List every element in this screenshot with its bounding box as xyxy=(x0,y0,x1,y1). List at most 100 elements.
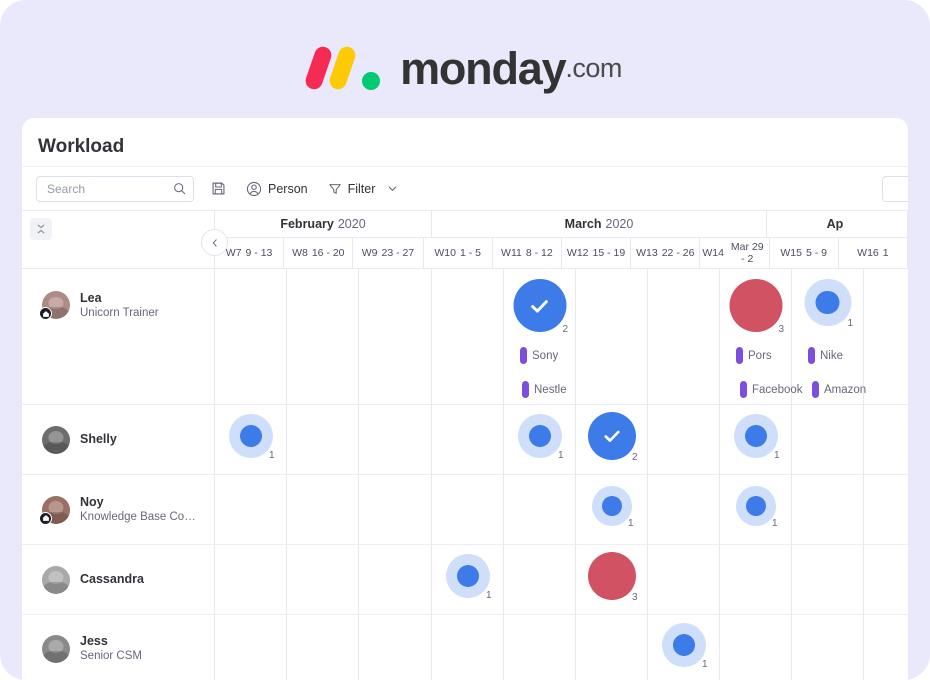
search-input[interactable] xyxy=(45,180,173,197)
workload-cell[interactable] xyxy=(432,475,504,545)
workload-cell[interactable] xyxy=(576,615,648,680)
workload-bubble-overloaded[interactable] xyxy=(587,552,636,600)
chevron-down-icon[interactable] xyxy=(387,183,398,194)
workload-cell[interactable]: 3 Pors Facebook xyxy=(720,269,803,405)
workload-count: 1 xyxy=(847,318,854,329)
workload-bubble-overloaded[interactable] xyxy=(729,279,782,332)
workload-cell[interactable]: 1 xyxy=(648,615,720,680)
previous-period-button[interactable] xyxy=(201,229,228,256)
week-header-cell[interactable]: W12 15 - 19 xyxy=(561,238,632,269)
person-cell[interactable]: Lea Unicorn Trainer xyxy=(22,269,215,405)
workload-cell[interactable] xyxy=(215,615,287,680)
workload-cell[interactable] xyxy=(215,545,287,615)
workload-cell[interactable] xyxy=(864,615,908,680)
workload-bubble-partial[interactable] xyxy=(661,623,706,667)
workload-cell[interactable] xyxy=(287,405,359,475)
workload-cell[interactable] xyxy=(359,475,432,545)
project-tag[interactable]: Amazon xyxy=(812,381,866,398)
logo-red-slash-icon xyxy=(303,44,334,92)
bubble-core xyxy=(528,425,551,447)
person-name: Noy xyxy=(80,494,104,509)
person-filter-button[interactable]: Person xyxy=(243,176,311,202)
workload-cell[interactable]: 1 xyxy=(720,405,792,475)
workload-cell[interactable] xyxy=(720,615,792,680)
workload-cell[interactable]: 1 xyxy=(432,545,504,615)
workload-cell[interactable] xyxy=(648,545,720,615)
person-button-label: Person xyxy=(268,181,308,196)
workload-cell[interactable] xyxy=(359,269,432,405)
workload-cell[interactable] xyxy=(648,269,720,405)
workload-cell[interactable]: 2 Sony Nestle xyxy=(504,269,576,405)
workload-cell[interactable] xyxy=(792,475,864,545)
workload-cell[interactable] xyxy=(504,475,576,545)
workload-bubble-partial[interactable] xyxy=(733,414,778,458)
person-name: Lea xyxy=(80,291,102,305)
workload-cell[interactable] xyxy=(215,475,287,545)
person-cell[interactable]: Noy Knowledge Base Cont... xyxy=(22,475,215,545)
workload-cell[interactable]: 2 xyxy=(576,405,648,475)
workload-bubble-done[interactable] xyxy=(587,412,636,460)
workload-cell[interactable] xyxy=(432,615,504,680)
workload-cell[interactable] xyxy=(287,545,359,615)
project-tag[interactable]: Pors xyxy=(736,347,772,364)
workload-cell[interactable] xyxy=(215,269,287,405)
workload-cell[interactable] xyxy=(576,269,648,405)
workload-cell[interactable] xyxy=(864,475,908,545)
workload-cell[interactable] xyxy=(359,545,432,615)
workload-cell[interactable] xyxy=(359,405,432,475)
workload-cell[interactable]: 1 Nike Amazon xyxy=(792,269,866,405)
workload-cell[interactable] xyxy=(359,615,432,680)
filter-button-label: Filter xyxy=(347,181,376,196)
person-info: Jess Senior CSM xyxy=(80,634,142,664)
filter-button[interactable]: Filter xyxy=(325,176,402,202)
workload-cell[interactable]: 1 xyxy=(215,405,287,475)
workload-bubble-partial[interactable] xyxy=(735,486,776,526)
week-header-cell[interactable]: W11 8 - 12 xyxy=(492,238,562,269)
workload-cell[interactable] xyxy=(648,405,720,475)
workload-cell[interactable] xyxy=(504,615,576,680)
workload-cell[interactable]: 3 xyxy=(576,545,648,615)
person-cell[interactable]: Jess Senior CSM xyxy=(22,615,215,680)
workload-cell[interactable] xyxy=(648,475,720,545)
workload-bubble-partial[interactable] xyxy=(228,414,273,458)
week-header-cell[interactable]: W14 Mar 29 - 2 xyxy=(700,238,770,269)
project-tag[interactable]: Sony xyxy=(520,347,558,364)
workload-cell[interactable] xyxy=(792,615,864,680)
workload-bubble-partial[interactable] xyxy=(517,414,562,458)
toolbar-overflow-control[interactable] xyxy=(882,176,908,202)
workload-cell[interactable]: 1 xyxy=(504,405,576,475)
workload-cell[interactable] xyxy=(432,405,504,475)
person-cell[interactable]: Cassandra xyxy=(22,545,215,615)
workload-cell[interactable] xyxy=(504,545,576,615)
week-header-cell[interactable]: W9 23 - 27 xyxy=(353,238,424,269)
workload-cell[interactable] xyxy=(864,405,908,475)
workload-cell[interactable]: 1 xyxy=(720,475,792,545)
workload-bubble-partial[interactable] xyxy=(445,554,490,598)
collapse-vertical-icon[interactable] xyxy=(30,218,52,240)
workload-cell[interactable] xyxy=(720,545,792,615)
person-name: Cassandra xyxy=(80,572,144,586)
workload-cell[interactable] xyxy=(792,545,864,615)
workload-cell[interactable] xyxy=(792,405,864,475)
workload-bubble-done[interactable] xyxy=(513,279,566,332)
workload-cell[interactable] xyxy=(432,269,504,405)
week-header-cell[interactable]: W8 16 - 20 xyxy=(284,238,354,269)
workload-cell[interactable] xyxy=(287,615,359,680)
week-header-cell[interactable]: W10 1 - 5 xyxy=(423,238,493,269)
project-tag[interactable]: Nestle xyxy=(522,381,567,398)
project-tag[interactable]: Nike xyxy=(808,347,843,364)
table-row: Jess Senior CSM 1 xyxy=(22,615,908,680)
workload-cell[interactable] xyxy=(864,269,908,405)
week-header-cell[interactable]: W16 1 xyxy=(838,238,908,269)
workload-cell[interactable]: 1 xyxy=(576,475,648,545)
save-board-button[interactable] xyxy=(208,176,229,202)
workload-cell[interactable] xyxy=(864,545,908,615)
week-header-cell[interactable]: W15 5 - 9 xyxy=(769,238,839,269)
week-header-cell[interactable]: W13 22 - 26 xyxy=(631,238,701,269)
workload-cell[interactable] xyxy=(287,475,359,545)
search-box[interactable] xyxy=(36,175,194,202)
workload-bubble-partial[interactable] xyxy=(804,279,851,326)
workload-cell[interactable] xyxy=(287,269,359,405)
workload-bubble-partial[interactable] xyxy=(591,486,632,526)
person-cell[interactable]: Shelly xyxy=(22,405,215,475)
